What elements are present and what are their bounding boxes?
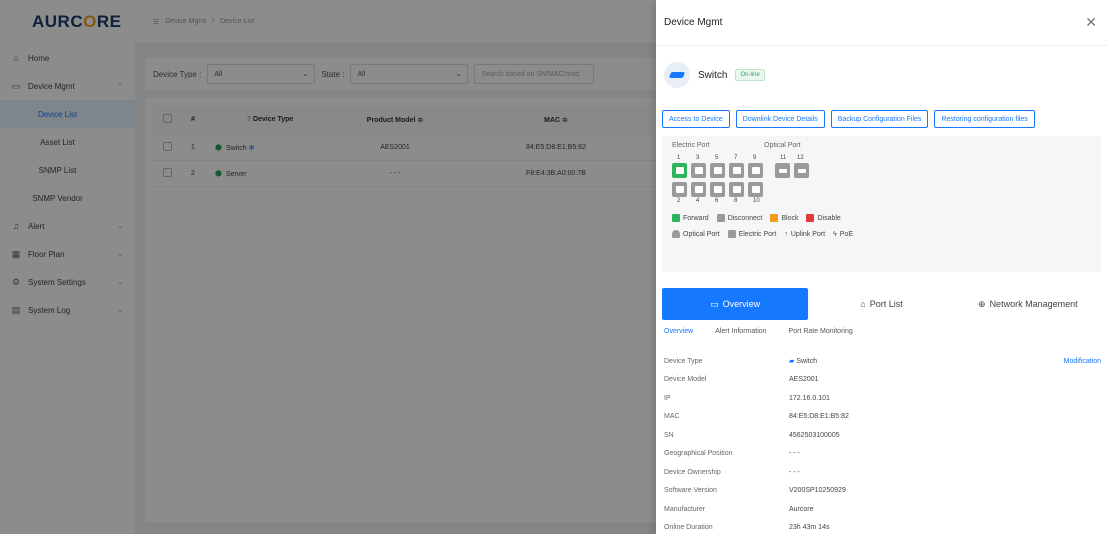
- info-row: Software Version V200SP10250929: [664, 487, 846, 495]
- drawer-header: Device Mgmt ✕: [656, 0, 1107, 46]
- status-legend: Forward Disconnect Block Disable: [672, 214, 1091, 222]
- optical-port-label: Optical Port: [764, 142, 801, 149]
- globe-icon: ⊕: [978, 298, 986, 309]
- status-badge: On-line: [735, 69, 765, 81]
- tab-port-list[interactable]: ⌂ Port List: [808, 288, 954, 320]
- switch-icon: [664, 62, 690, 88]
- tab-network-management[interactable]: ⊕ Network Management: [955, 288, 1101, 320]
- info-row: Online Duration 23h 43m 14s: [664, 524, 830, 532]
- info-row: Geographical Position - - -: [664, 450, 800, 458]
- info-row: Device Ownership - - -: [664, 468, 800, 476]
- info-row: Manufacturer Aurcore: [664, 505, 814, 513]
- port-4[interactable]: [691, 182, 706, 197]
- switch-icon: ▰: [789, 358, 795, 366]
- port-1[interactable]: [672, 163, 687, 178]
- device-summary: Switch On-line: [656, 46, 1107, 104]
- device-info-list: Device Type ▰ Switch Modification Device …: [656, 352, 1107, 534]
- port-2[interactable]: [672, 182, 687, 197]
- port-9[interactable]: [748, 163, 763, 178]
- drawer-title: Device Mgmt: [664, 17, 723, 28]
- info-row: Device Type ▰ Switch Modification: [664, 357, 1101, 366]
- port-panel: Electric Port Optical Port 1 3 5 7 9 11 12 246…: [662, 136, 1101, 272]
- subtab-alert-information[interactable]: Alert Information: [715, 328, 766, 346]
- access-device-button[interactable]: Access to Device: [662, 110, 730, 128]
- monitor-icon: ▭: [710, 298, 719, 309]
- home-icon: ⌂: [860, 299, 866, 309]
- port-8[interactable]: [729, 182, 744, 197]
- subtab-port-rate-monitoring[interactable]: Port Rate Monitoring: [789, 328, 853, 346]
- port-5[interactable]: [710, 163, 725, 178]
- optical-port-icon: [672, 230, 680, 238]
- device-drawer: Device Mgmt ✕ Switch On-line Access to D…: [656, 0, 1107, 534]
- port-7[interactable]: [729, 163, 744, 178]
- restore-config-button[interactable]: Restoring configuration files: [934, 110, 1035, 128]
- electric-port-label: Electric Port: [672, 142, 710, 149]
- port-10[interactable]: [748, 182, 763, 197]
- port-type-legend: Optical Port Electric Port ↑ Uplink Port …: [672, 230, 1091, 238]
- port-12[interactable]: [794, 163, 809, 178]
- downlink-details-button[interactable]: Downlink Device Details: [735, 110, 825, 128]
- uplink-arrow-icon: ↑: [784, 230, 788, 238]
- backup-config-button[interactable]: Backup Configuration Files: [830, 110, 929, 128]
- sub-tabs: Overview Alert Information Port Rate Mon…: [656, 328, 1107, 346]
- electric-port-icon: [727, 230, 736, 238]
- close-icon[interactable]: ✕: [1085, 14, 1097, 31]
- port-3[interactable]: [691, 163, 706, 178]
- main-tabs: ▭ Overview ⌂ Port List ⊕ Network Management: [662, 288, 1101, 320]
- info-row: Device Model AES2001: [664, 376, 819, 384]
- info-row: SN 4562503100005: [664, 431, 840, 439]
- port-6[interactable]: [710, 182, 725, 197]
- info-row: MAC 84:E5:D8:E1:B5:82: [664, 413, 849, 421]
- info-row: IP 172.16.0.101: [664, 394, 830, 402]
- subtab-overview[interactable]: Overview: [664, 328, 693, 346]
- modification-link[interactable]: Modification: [1064, 358, 1101, 365]
- modal-overlay[interactable]: [0, 0, 656, 534]
- tab-overview[interactable]: ▭ Overview: [662, 288, 809, 320]
- lightning-icon: ϟ: [833, 230, 837, 238]
- port-11[interactable]: [775, 163, 790, 178]
- device-name: Switch: [698, 69, 728, 81]
- action-buttons: Access to Device Downlink Device Details…: [656, 110, 1107, 128]
